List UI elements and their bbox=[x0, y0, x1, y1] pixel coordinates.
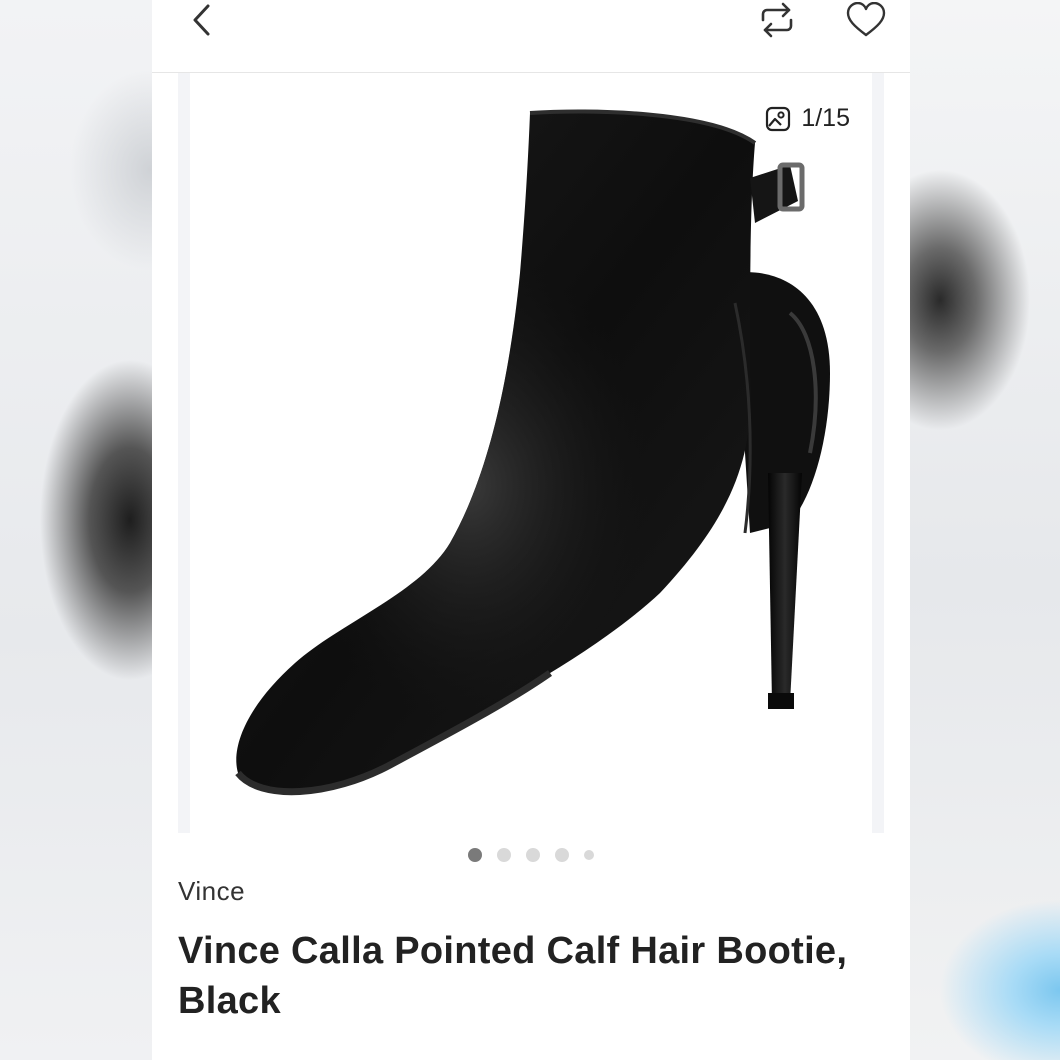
photo-counter: 1/15 bbox=[751, 95, 864, 141]
photo-counter-text: 1/15 bbox=[801, 103, 850, 132]
brand-name[interactable]: Vince bbox=[178, 876, 245, 907]
image-gallery-icon bbox=[766, 106, 791, 132]
product-title: Vince Calla Pointed Calf Hair Bootie, Bl… bbox=[178, 930, 848, 1022]
gallery-dot-5[interactable] bbox=[584, 850, 594, 860]
gallery-pagination-dots bbox=[152, 846, 910, 864]
gallery-dot-3[interactable] bbox=[526, 848, 540, 862]
ankle-bootie-image bbox=[235, 109, 830, 796]
chevron-left-icon bbox=[193, 4, 210, 36]
top-navigation-bar bbox=[152, 0, 910, 73]
repost-icon bbox=[761, 2, 793, 38]
gallery-dot-4[interactable] bbox=[555, 848, 569, 862]
gallery-dot-2[interactable] bbox=[497, 848, 511, 862]
back-button[interactable] bbox=[182, 0, 222, 40]
background-blur-right bbox=[910, 0, 1060, 1060]
listing-panel: 1/15 Vince Vince Calla Pointed Calf Hair… bbox=[152, 0, 910, 1060]
photo-gallery[interactable]: 1/15 bbox=[178, 73, 884, 833]
heart-icon bbox=[846, 2, 886, 37]
like-button[interactable] bbox=[842, 0, 890, 40]
gallery-dot-1[interactable] bbox=[468, 848, 482, 862]
background-blur-left bbox=[0, 0, 152, 1060]
share-button[interactable] bbox=[752, 0, 802, 40]
product-photo[interactable]: 1/15 bbox=[190, 73, 872, 833]
